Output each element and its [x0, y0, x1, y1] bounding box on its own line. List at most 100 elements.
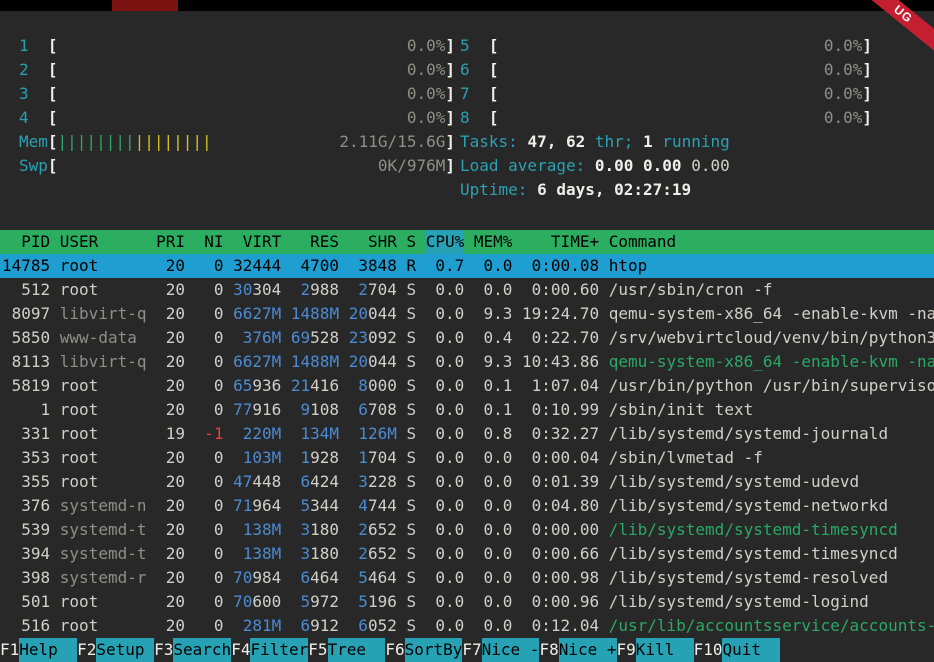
cell-ni: 0: [195, 566, 224, 590]
cell-pid: 512: [2, 278, 50, 302]
column-header-user[interactable]: USER: [60, 230, 147, 254]
cell-pid: 331: [2, 422, 50, 446]
cell-state: S: [406, 422, 416, 446]
fkey-label-sortby[interactable]: SortBy: [405, 638, 463, 662]
terminal-tab[interactable]: [112, 0, 178, 11]
cell-virt: 65936: [233, 374, 281, 398]
process-row[interactable]: 5850www-data200376M6952823092S0.00.40:22…: [0, 326, 934, 350]
process-row[interactable]: 539systemd-t200138M31802652S0.00.00:00.0…: [0, 518, 934, 542]
process-row[interactable]: 394systemd-t200138M31802652S0.00.00:00.6…: [0, 542, 934, 566]
fkey-f2[interactable]: F2: [77, 638, 96, 662]
column-header-command[interactable]: Command: [609, 230, 934, 254]
cpu-meter-value: 0.0%: [824, 58, 863, 82]
column-header-time[interactable]: TIME+: [522, 230, 599, 254]
cell-time: 0:00.00: [522, 518, 599, 542]
bracket-close: ]: [445, 154, 455, 178]
fkey-label-nice+[interactable]: Nice +: [559, 638, 617, 662]
process-row[interactable]: 398systemd-r2007098464645464S0.00.00:00.…: [0, 566, 934, 590]
fkey-label-kill[interactable]: Kill: [636, 638, 694, 662]
process-row[interactable]: 516root200281M69126052S0.00.00:12.04/usr…: [0, 614, 934, 638]
fkey-label-quit[interactable]: Quit: [722, 638, 780, 662]
column-header-s[interactable]: S: [406, 230, 416, 254]
cell-ni: 0: [195, 542, 224, 566]
fkey-f8[interactable]: F8: [539, 638, 558, 662]
number-segment: 5: [358, 568, 368, 587]
bracket-close: ]: [862, 106, 872, 130]
cell-shr: 3848: [349, 254, 397, 278]
number-segment: 20: [349, 304, 368, 323]
number-segment: 1: [358, 448, 368, 467]
process-row[interactable]: 14785root2003244447003848R0.70.00:00.08h…: [0, 254, 934, 278]
cpu-meter-bar: 0.0%: [499, 106, 863, 130]
cell-virt: 376M: [233, 326, 281, 350]
column-header-shr[interactable]: SHR: [349, 230, 397, 254]
process-row[interactable]: 355root2004744864243228S0.00.00:01.39/li…: [0, 470, 934, 494]
number-segment: 448: [252, 472, 281, 491]
running-count: 1: [643, 132, 653, 151]
cell-cpu: 0.0: [426, 302, 465, 326]
cell-mem: 0.0: [474, 566, 513, 590]
cell-user: systemd-r: [60, 566, 147, 590]
process-row[interactable]: 8113libvirt-q2006627M1488M20044S0.09.310…: [0, 350, 934, 374]
fkey-f3[interactable]: F3: [154, 638, 173, 662]
fkey-f4[interactable]: F4: [231, 638, 250, 662]
fkey-f9[interactable]: F9: [617, 638, 636, 662]
column-header-virt[interactable]: VIRT: [233, 230, 281, 254]
cell-state: S: [406, 566, 416, 590]
fkey-label-setup[interactable]: Setup: [96, 638, 154, 662]
meter-bar-segment: ||||||||: [135, 132, 212, 151]
cell-cpu: 0.0: [426, 374, 465, 398]
column-header-pri[interactable]: PRI: [156, 230, 185, 254]
number-segment: 464: [368, 568, 397, 587]
process-row[interactable]: 331root19-1220M134M126MS0.00.80:32.27/li…: [0, 422, 934, 446]
process-row[interactable]: 353root200103M19281704S0.00.00:00.04/sbi…: [0, 446, 934, 470]
process-row[interactable]: 376systemd-n2007196453444744S0.00.00:04.…: [0, 494, 934, 518]
cell-user: root: [60, 254, 147, 278]
column-header-pid[interactable]: PID: [2, 230, 50, 254]
cell-ni: -1: [195, 422, 224, 446]
column-header-res[interactable]: RES: [291, 230, 339, 254]
fkey-label-search[interactable]: Search: [173, 638, 231, 662]
number-segment: 6: [358, 400, 368, 419]
number-segment: 052: [368, 616, 397, 635]
cell-virt: 138M: [233, 542, 281, 566]
cell-user: systemd-t: [60, 518, 147, 542]
fkey-label-nice-[interactable]: Nice -: [482, 638, 540, 662]
fkey-label-filter[interactable]: Filter: [250, 638, 308, 662]
cell-pid: 355: [2, 470, 50, 494]
process-row[interactable]: 512root2003030429882704S0.00.00:00.60/us…: [0, 278, 934, 302]
cpu-meter-id: 6: [460, 58, 489, 82]
cell-cpu: 0.0: [426, 614, 465, 638]
cell-shr: 5464: [349, 566, 397, 590]
cell-virt: 6627M: [233, 350, 281, 374]
memory-meter: Mem[||||||||||||||||2.11G/15.6G]: [19, 130, 455, 154]
process-row[interactable]: 5819root20065936214168000S0.00.11:07.04/…: [0, 374, 934, 398]
fkey-label-tree[interactable]: Tree: [328, 638, 386, 662]
cell-mem: 0.0: [474, 278, 513, 302]
fkey-label-help[interactable]: Help: [19, 638, 77, 662]
cell-user: www-data: [60, 326, 147, 350]
cell-mem: 0.1: [474, 374, 513, 398]
cell-virt: 47448: [233, 470, 281, 494]
column-header-mem[interactable]: MEM%: [474, 230, 513, 254]
number-segment: 6627M: [233, 304, 281, 323]
cell-pid: 1: [2, 398, 50, 422]
cell-command: /lib/systemd/systemd-resolved: [609, 566, 934, 590]
column-header-ni[interactable]: NI: [195, 230, 224, 254]
process-row[interactable]: 8097libvirt-q2006627M1488M20044S0.09.319…: [0, 302, 934, 326]
number-segment: 108: [310, 400, 339, 419]
cell-ni: 0: [195, 374, 224, 398]
cell-state: S: [406, 398, 416, 422]
number-segment: 3848: [358, 256, 397, 275]
column-header-cpu[interactable]: CPU%: [426, 230, 465, 254]
fkey-f1[interactable]: F1: [0, 638, 19, 662]
process-row[interactable]: 501root2007060059725196S0.00.00:00.96/li…: [0, 590, 934, 614]
cell-virt: 103M: [233, 446, 281, 470]
cell-command: /lib/systemd/systemd-timesyncd: [609, 542, 934, 566]
process-row[interactable]: 1root2007791691086708S0.00.10:10.99/sbin…: [0, 398, 934, 422]
fkey-f5[interactable]: F5: [308, 638, 327, 662]
fkey-f7[interactable]: F7: [462, 638, 481, 662]
fkey-f6[interactable]: F6: [385, 638, 404, 662]
load-label: Load average:: [460, 156, 595, 175]
fkey-f10[interactable]: F10: [694, 638, 723, 662]
